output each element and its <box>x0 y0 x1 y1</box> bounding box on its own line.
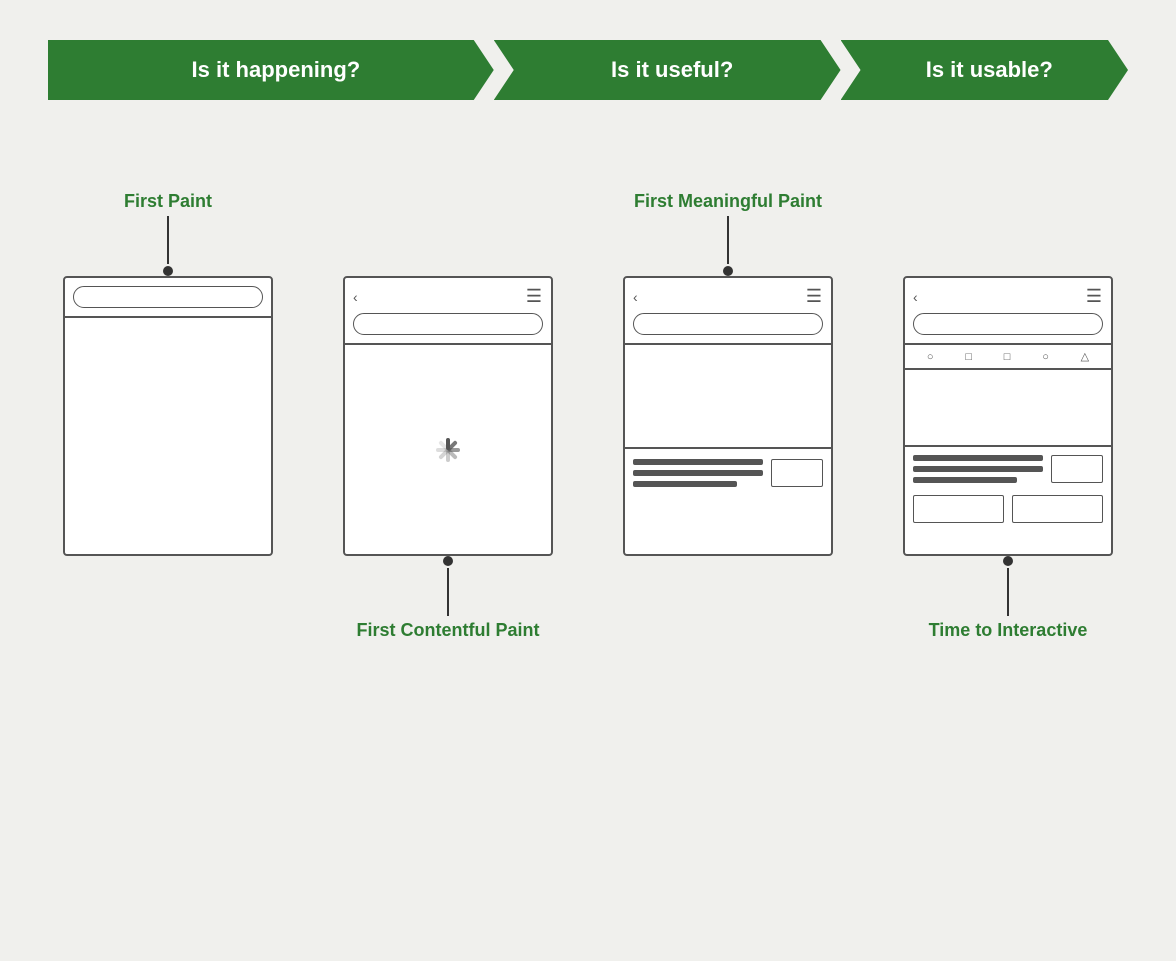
text-line-3 <box>633 481 737 487</box>
mockup-fmp: First Meaningful Paint ‹ ☰ <box>608 160 848 556</box>
banner: Is it happening? Is it useful? Is it usa… <box>48 40 1128 100</box>
phone-fmp-image <box>625 345 831 449</box>
phone-fmp: ‹ ☰ <box>623 276 833 556</box>
connector-fmp <box>723 216 733 276</box>
phone-first-paint <box>63 276 273 556</box>
tab-icon-square1: □ <box>965 351 972 363</box>
phone-first-paint-searchbar <box>73 286 263 308</box>
fmp-content-row <box>633 459 823 487</box>
tti-text-lines <box>913 455 1043 483</box>
label-first-paint: First Paint <box>124 160 212 212</box>
arrow-usable-label: Is it usable? <box>926 57 1053 83</box>
phone-tti-header: ‹ ☰ <box>905 278 1111 345</box>
mockups-area: First Paint placeholder ‹ ☰ <box>48 160 1128 641</box>
phone-fcp-body <box>345 345 551 554</box>
arrow-happening: Is it happening? <box>48 40 494 100</box>
menu-icon-tti: ☰ <box>1086 286 1103 307</box>
phone-fmp-searchbar <box>633 313 823 335</box>
tti-buttons-row <box>913 495 1103 523</box>
tti-text-line-1 <box>913 455 1043 461</box>
loading-spinner <box>426 428 470 472</box>
phone-fmp-body <box>625 345 831 554</box>
label-fcp: First Contentful Paint <box>357 620 540 641</box>
phone-first-paint-header <box>65 278 271 318</box>
tti-action-btn-2[interactable] <box>1012 495 1103 523</box>
phone-first-paint-body <box>65 318 271 554</box>
fmp-text-lines <box>633 459 763 487</box>
mockup-tti: placeholder ‹ ☰ ○ □ □ ○ △ <box>888 160 1128 641</box>
phone-fcp-topbar: ‹ ☰ <box>353 286 543 307</box>
back-icon-fcp: ‹ <box>353 289 358 305</box>
phone-tti-searchbar <box>913 313 1103 335</box>
arrow-happening-label: Is it happening? <box>192 57 361 83</box>
phone-fmp-topbar: ‹ ☰ <box>633 286 823 307</box>
arrow-usable: Is it usable? <box>841 40 1128 100</box>
connector-tti <box>1003 556 1013 616</box>
phone-fmp-header: ‹ ☰ <box>625 278 831 345</box>
tti-action-btn-1[interactable] <box>913 495 1004 523</box>
tti-text-line-2 <box>913 466 1043 472</box>
label-fmp: First Meaningful Paint <box>634 160 822 212</box>
tab-icon-triangle: △ <box>1081 350 1089 363</box>
label-tti: Time to Interactive <box>929 620 1088 641</box>
back-icon-tti: ‹ <box>913 289 918 305</box>
text-line-2 <box>633 470 763 476</box>
mockup-first-contentful-paint: placeholder ‹ ☰ <box>328 160 568 641</box>
text-line-1 <box>633 459 763 465</box>
back-icon-fmp: ‹ <box>633 289 638 305</box>
phone-tti-body <box>905 370 1111 554</box>
tab-icon-circle: ○ <box>927 351 934 363</box>
tab-icon-square2: □ <box>1004 351 1011 363</box>
tti-top-row <box>913 455 1103 483</box>
phone-fcp-header: ‹ ☰ <box>345 278 551 345</box>
menu-icon-fmp: ☰ <box>806 286 823 307</box>
connector-first-paint <box>163 216 173 276</box>
mockup-first-paint: First Paint <box>48 160 288 556</box>
fmp-btn <box>771 459 823 487</box>
phone-tti: ‹ ☰ ○ □ □ ○ △ <box>903 276 1113 556</box>
tti-btn-top <box>1051 455 1103 483</box>
arrow-useful: Is it useful? <box>494 40 841 100</box>
phone-tti-topbar: ‹ ☰ <box>913 286 1103 307</box>
connector-fcp <box>443 556 453 616</box>
phone-fcp: ‹ ☰ <box>343 276 553 556</box>
arrow-useful-label: Is it useful? <box>611 57 733 83</box>
menu-icon-fcp: ☰ <box>526 286 543 307</box>
phone-tti-content <box>905 447 1111 554</box>
phone-fmp-content <box>625 449 831 554</box>
phone-tti-tabs: ○ □ □ ○ △ <box>905 345 1111 370</box>
tti-text-line-3 <box>913 477 1017 483</box>
tab-icon-circle2: ○ <box>1042 351 1049 363</box>
phone-fcp-searchbar <box>353 313 543 335</box>
phone-tti-image <box>905 370 1111 447</box>
